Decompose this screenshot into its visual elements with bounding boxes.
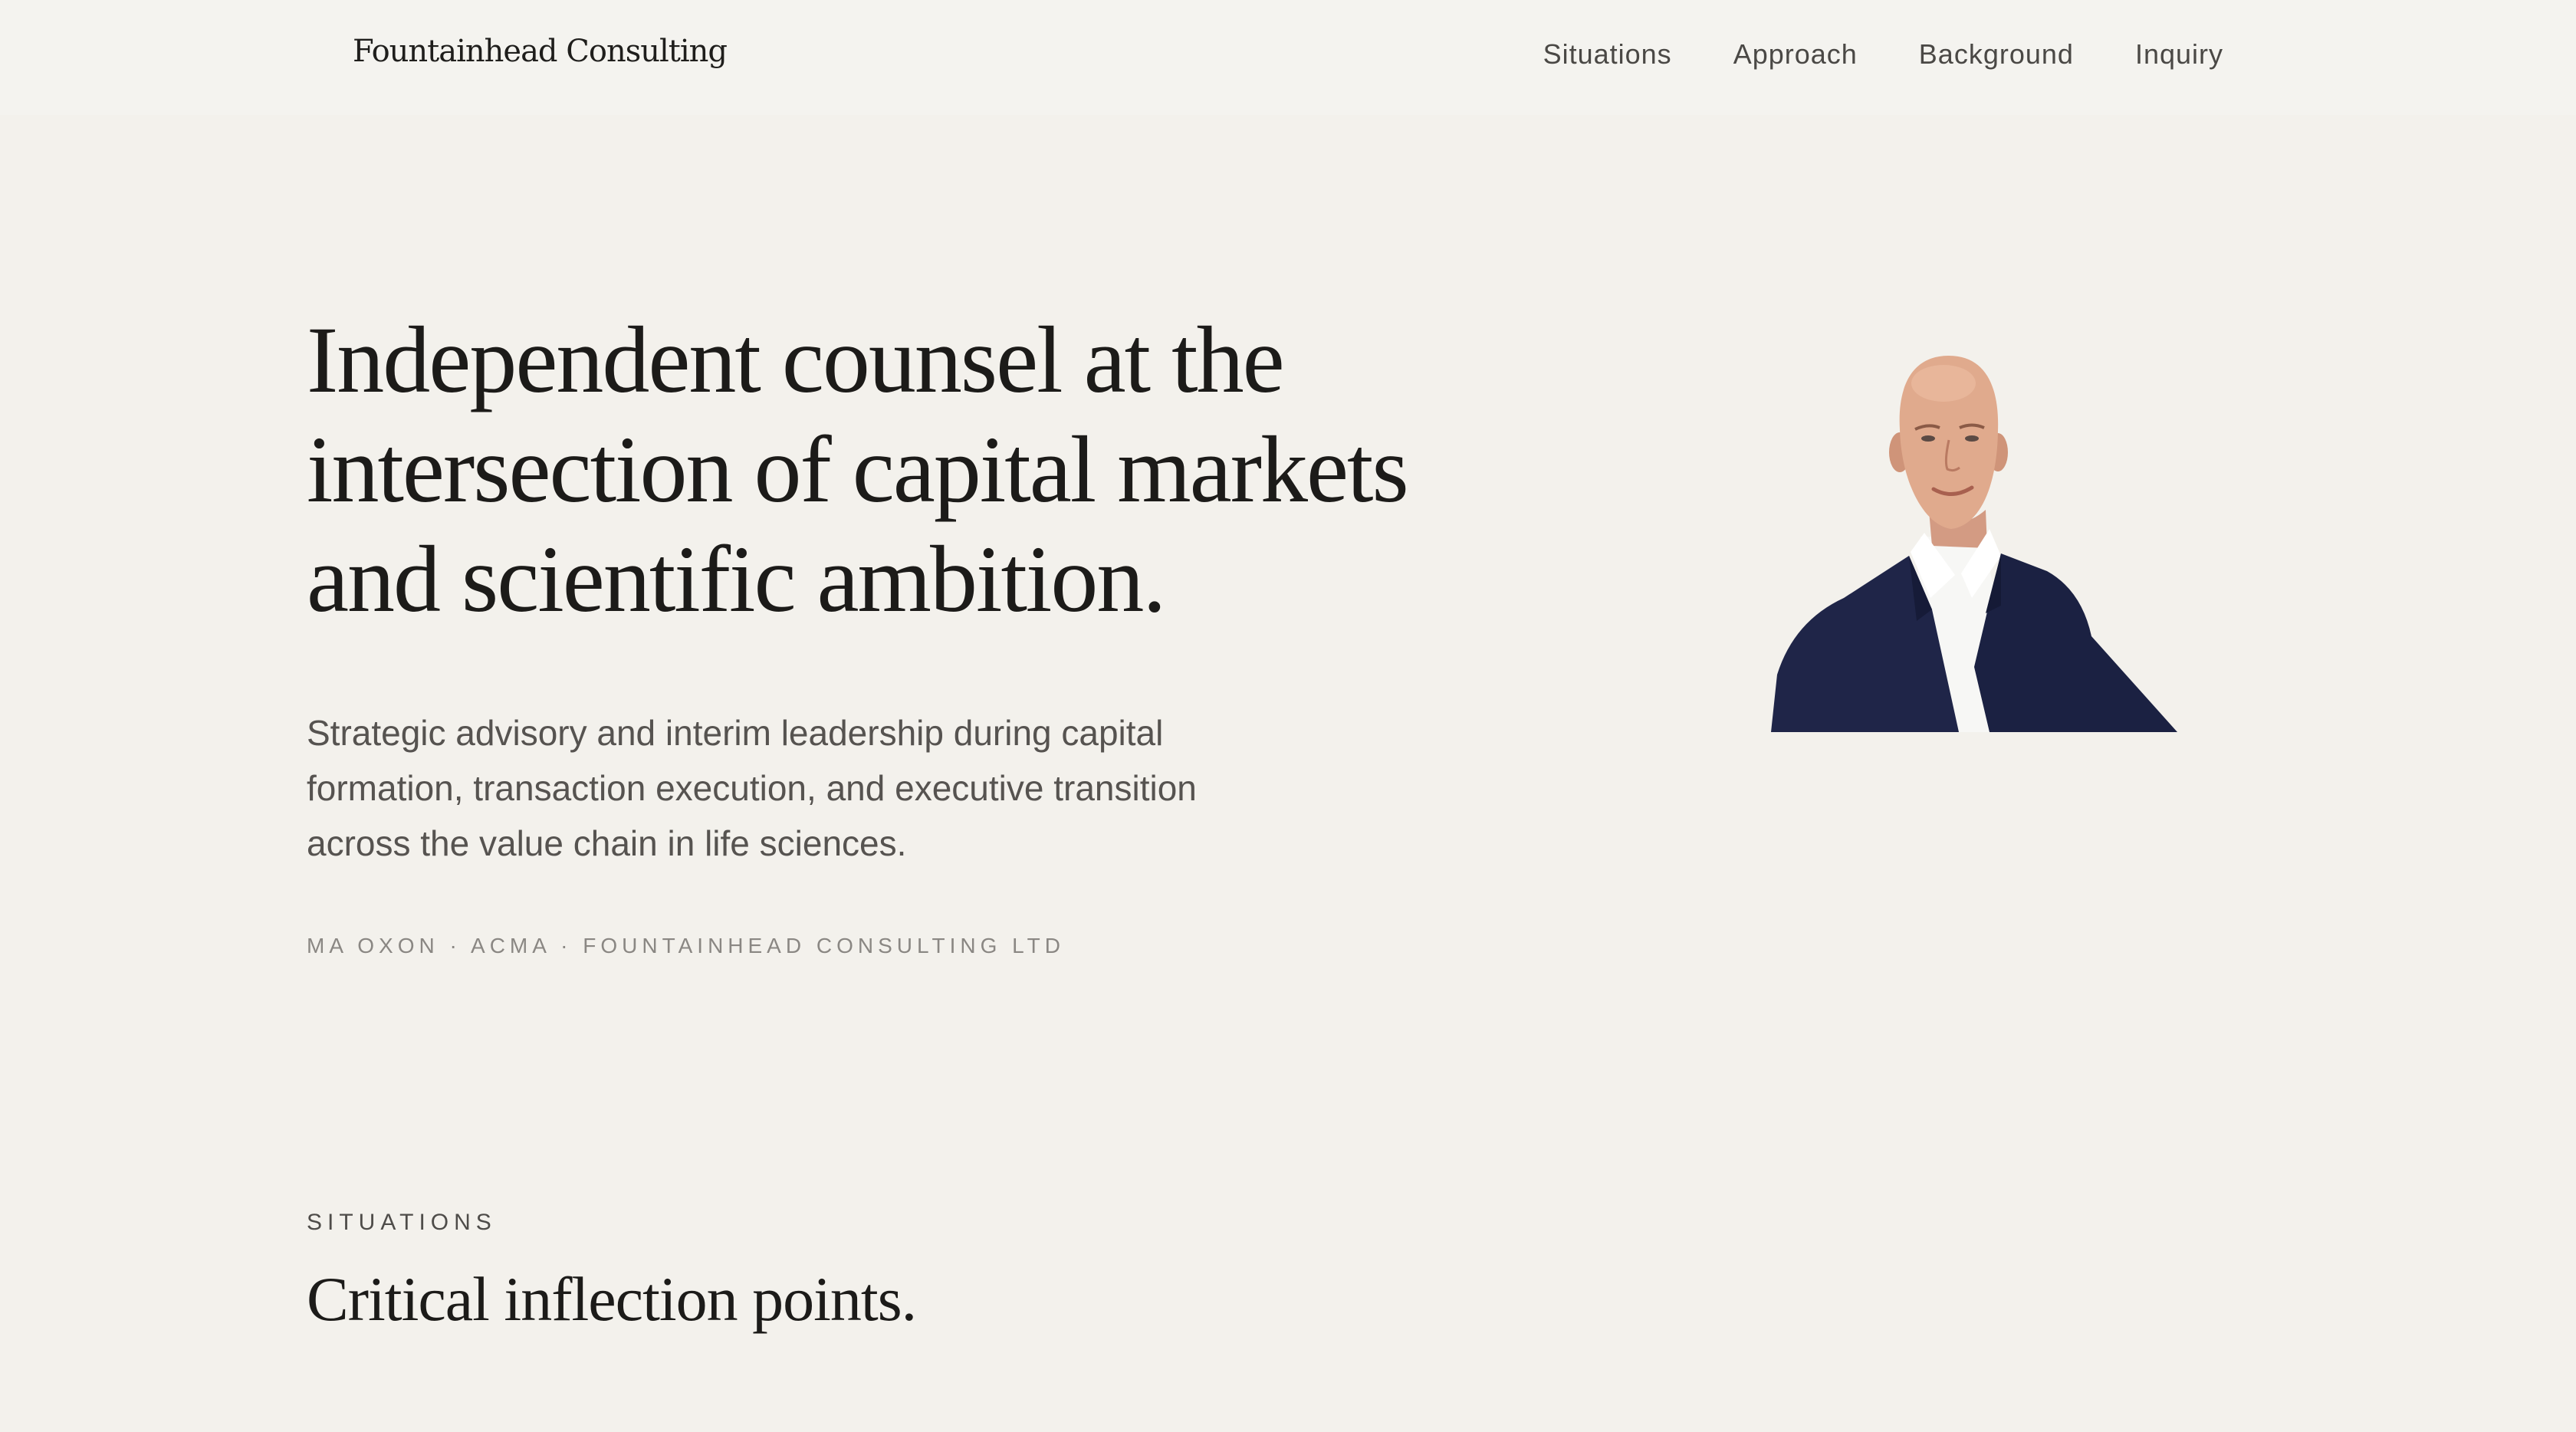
- nav-link-approach[interactable]: Approach: [1733, 38, 1858, 71]
- nav-link-background[interactable]: Background: [1919, 38, 2074, 71]
- consultant-portrait: [1771, 345, 2177, 732]
- nav-link-situations[interactable]: Situations: [1543, 38, 1672, 71]
- credentials-line: MA OXON · ACMA · FOUNTAINHEAD CONSULTING…: [307, 934, 1065, 957]
- nav-link-inquiry[interactable]: Inquiry: [2135, 38, 2223, 71]
- portrait-illustration: [1771, 356, 2177, 732]
- situations-section-label: SITUATIONS: [307, 1210, 497, 1235]
- main-nav: Situations Approach Background Inquiry: [1543, 38, 2223, 71]
- hero-title: Independent counsel at the intersection …: [307, 307, 1409, 632]
- situations-section-title: Critical inflection points.: [307, 1264, 917, 1334]
- hero-subtitle: Strategic advisory and interim leadershi…: [307, 713, 1197, 863]
- site-header: Fountainhead Consulting Situations Appro…: [0, 0, 2576, 115]
- brand-logo-text[interactable]: Fountainhead Consulting: [353, 34, 728, 69]
